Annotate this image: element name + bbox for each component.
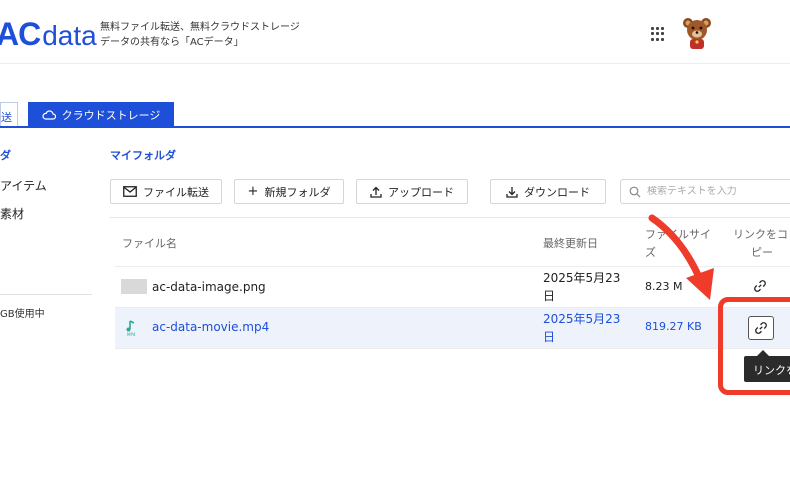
file-modified-date-line2: 日 (543, 330, 556, 344)
column-header-modified[interactable]: 最終更新日 (543, 235, 598, 253)
tab-underline (0, 126, 790, 128)
svg-text:MP4: MP4 (127, 332, 136, 337)
search-icon (629, 186, 641, 197)
sidebar-item-materials[interactable]: 素材 (0, 205, 24, 222)
mail-icon (123, 186, 137, 197)
upload-button[interactable]: アップロード (356, 179, 468, 204)
header: AC data 無料ファイル転送、無料クラウドストレージ データの共有なら「AC… (0, 0, 790, 64)
file-size: 819.27 KB (645, 320, 702, 333)
file-name[interactable]: ac-data-image.png (152, 278, 266, 296)
file-modified-date-line1: 2025年5月23 (543, 271, 621, 285)
file-transfer-label: ファイル転送 (143, 185, 209, 199)
sidebar-divider (0, 294, 92, 295)
link-icon[interactable] (753, 279, 767, 293)
storage-usage: GB使用中 (0, 309, 45, 320)
bear-avatar-icon[interactable] (680, 16, 714, 50)
logo-ac: AC (0, 16, 41, 52)
column-header-name[interactable]: ファイル名 (122, 235, 177, 253)
file-modified-date-line1: 2025年5月23 (543, 312, 621, 326)
tagline-line1: 無料ファイル転送、無料クラウドストレージ (100, 22, 300, 33)
sidebar-item-my-folder[interactable]: ダ (0, 147, 11, 163)
tagline: 無料ファイル転送、無料クラウドストレージ データの共有なら「ACデータ」 (100, 20, 300, 50)
grid-icon[interactable] (651, 27, 665, 41)
new-folder-label: 新規フォルダ (264, 185, 331, 199)
ac-data-logo[interactable]: AC data (0, 16, 97, 52)
download-icon (506, 186, 518, 198)
plus-icon: + (247, 184, 259, 199)
annotation-highlight-box (718, 297, 790, 395)
column-header-copy-link: リンクをコ ピー (733, 226, 788, 262)
tagline-line2: データの共有なら「ACデータ」 (100, 37, 244, 48)
upload-icon (370, 186, 382, 198)
download-button[interactable]: ダウンロード (490, 179, 606, 204)
row-divider (115, 348, 790, 349)
search-box[interactable] (620, 179, 790, 204)
search-input[interactable] (647, 186, 787, 197)
file-modified-date-line2: 日 (543, 289, 556, 303)
column-header-copy-link-line1: リンクをコ (733, 228, 788, 241)
cloud-icon (42, 109, 56, 120)
sidebar-item-items[interactable]: アイテム (0, 177, 47, 194)
download-label: ダウンロード (524, 185, 590, 199)
column-header-copy-link-line2: ピー (751, 246, 773, 259)
tab-file-transfer[interactable]: 送 (0, 102, 18, 127)
annotation-arrow-icon (648, 214, 714, 300)
file-transfer-button[interactable]: ファイル転送 (110, 179, 222, 204)
new-folder-button[interactable]: + 新規フォルダ (234, 179, 344, 204)
image-thumbnail[interactable] (121, 279, 147, 294)
file-modified-date: 2025年5月23 日 (543, 310, 620, 346)
tab-cloud-storage[interactable]: クラウドストレージ (28, 102, 174, 127)
upload-label: アップロード (388, 185, 454, 199)
tab-cloud-storage-label: クラウドストレージ (61, 108, 161, 122)
breadcrumb[interactable]: マイフォルダ (110, 147, 176, 163)
file-modified-date: 2025年5月23 日 (543, 269, 620, 305)
file-name[interactable]: ac-data-movie.mp4 (152, 318, 269, 336)
tab-file-transfer-label: 送 (1, 111, 12, 124)
video-file-icon[interactable]: MP4 (124, 318, 140, 338)
logo-data: data (42, 20, 97, 51)
